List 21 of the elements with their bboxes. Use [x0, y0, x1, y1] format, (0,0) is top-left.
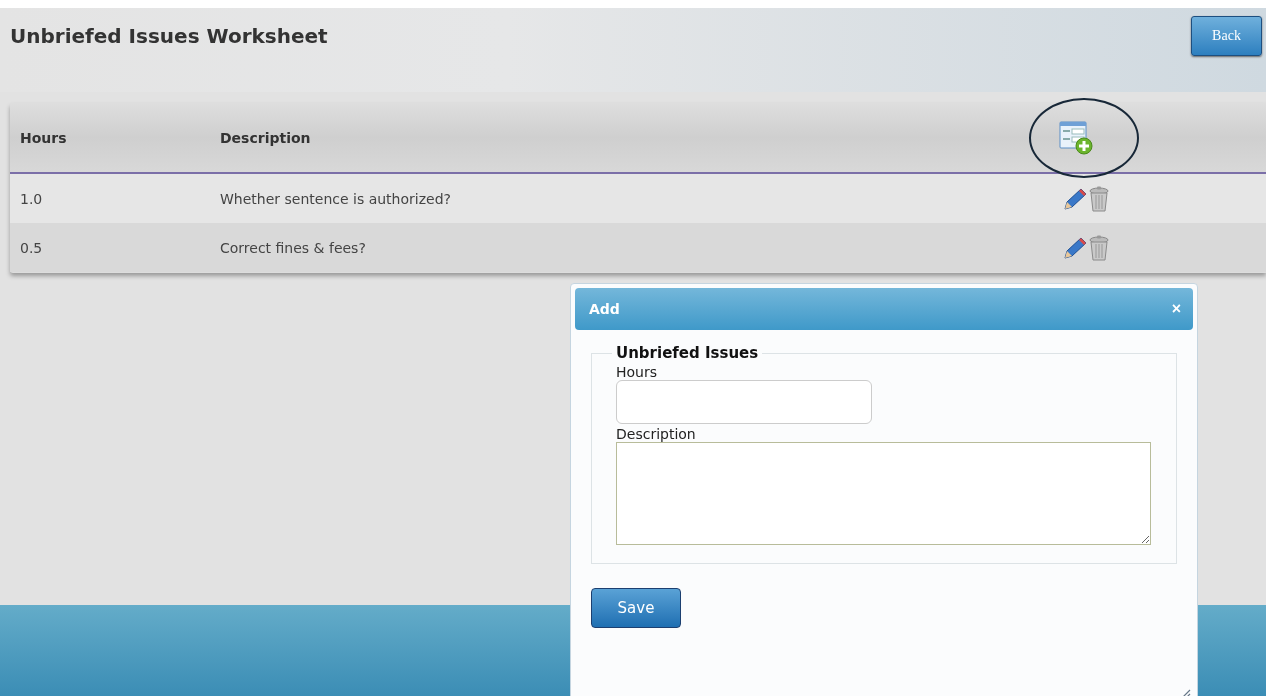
table-cell-text: Whether sentence is authorized? — [220, 190, 452, 207]
trash-icon[interactable] — [1088, 185, 1110, 212]
pencil-icon[interactable] — [1062, 186, 1088, 211]
field-label: Hours — [616, 364, 658, 380]
fieldset-legend: Unbriefed Issues — [612, 344, 763, 362]
back-button[interactable]: Back — [1191, 16, 1262, 56]
close-button[interactable]: × — [1169, 300, 1183, 318]
add-form-icon[interactable] — [1058, 119, 1094, 156]
trash-icon[interactable] — [1088, 234, 1110, 261]
column-header: Hours — [19, 129, 68, 146]
description-field[interactable] — [616, 442, 1151, 545]
page-title: Unbriefed Issues Worksheet — [10, 24, 328, 48]
table-cell-text: 0.5 — [19, 239, 44, 256]
dialog-title: Add — [589, 301, 620, 317]
table-cell-text: Correct fines & fees? — [220, 239, 367, 256]
field-label: Description — [616, 426, 697, 442]
table-cell-text: 1.0 — [19, 190, 44, 207]
pencil-icon[interactable] — [1062, 235, 1088, 260]
column-header: Description — [220, 129, 312, 146]
save-button[interactable]: Save — [591, 588, 681, 628]
hours-field[interactable] — [616, 380, 872, 424]
